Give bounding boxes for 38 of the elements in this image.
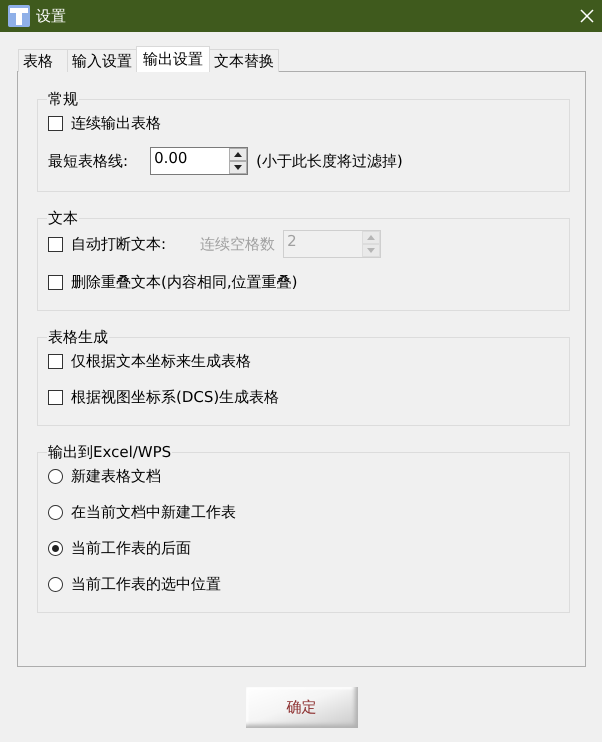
group-title: 输出到Excel/WPS [47,443,172,462]
radio-label: 在当前文档中新建工作表 [71,502,236,522]
checkbox-label: 自动打断文本: [71,234,166,254]
checkbox[interactable] [48,236,63,252]
checkbox[interactable] [48,116,63,130]
checkbox-label: 仅根据文本坐标来生成表格 [71,352,251,370]
group-title: 文本 [47,209,79,228]
tab[interactable]: 输入设置 [67,49,137,72]
radio-button[interactable] [48,540,63,556]
checkbox[interactable] [48,274,63,290]
radio-label: 新建表格文档 [71,466,161,486]
ok-button[interactable]: 确定 [246,687,358,728]
hint-text: (小于此长度将过滤掉) [256,152,403,170]
tab[interactable]: 文本替换 [209,49,279,72]
field-label: 连续空格数 [200,234,276,254]
checkbox-label: 连续输出表格 [71,114,161,132]
tab[interactable]: 输出设置 [136,46,210,72]
field-value: 2 [286,231,298,251]
radio-button[interactable] [48,468,63,484]
checkbox-label: 删除重叠文本(内容相同,位置重叠) [71,272,298,292]
field-label: 最短表格线: [48,152,128,170]
down-arrow-icon[interactable] [234,165,242,170]
spin-field[interactable]: 0.00 [150,147,248,175]
tab[interactable]: 表格 [18,49,68,72]
checkbox-label: 根据视图坐标系(DCS)生成表格 [71,388,280,406]
checkbox[interactable] [48,390,63,404]
field-value: 0.00 [153,148,188,168]
checkbox[interactable] [48,354,63,368]
radio-label: 当前工作表的后面 [71,538,191,558]
window-title: 设置 [36,6,67,26]
group-title: 表格生成 [47,328,109,347]
up-arrow-icon[interactable] [234,152,242,157]
radio-button[interactable] [48,504,63,520]
radio-button[interactable] [48,576,63,592]
close-icon[interactable] [580,9,594,23]
group-title: 常规 [47,90,79,109]
app-icon [8,5,30,27]
radio-label: 当前工作表的选中位置 [71,574,221,594]
